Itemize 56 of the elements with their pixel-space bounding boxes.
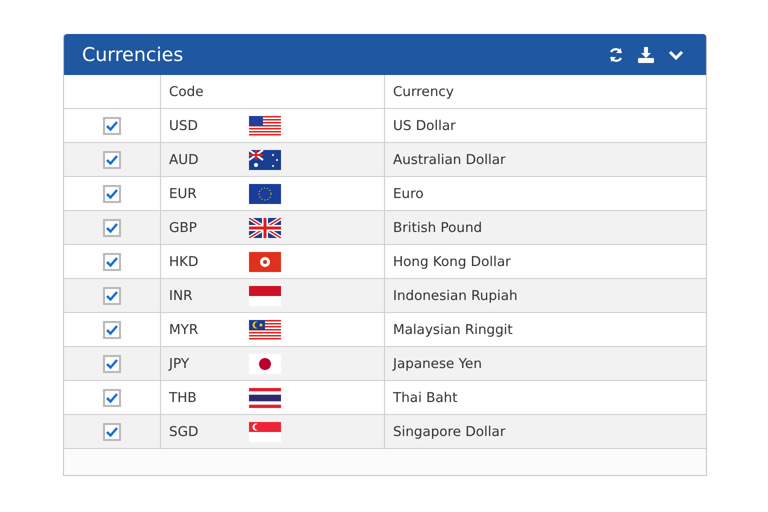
currency-code: THB: [169, 390, 198, 406]
checkmark-icon: [106, 358, 118, 368]
checkmark-icon: [106, 188, 118, 198]
flag-icon: [249, 218, 281, 238]
checkbox[interactable]: [103, 422, 121, 440]
flag-icon: [249, 354, 281, 374]
checkmark-icon: [106, 120, 118, 130]
currency-code: MYR: [169, 322, 200, 338]
currency-code: HKD: [169, 254, 200, 270]
checkmark-icon: [106, 290, 118, 300]
checkmark-icon: [106, 324, 118, 334]
currency-code: SGD: [169, 424, 200, 440]
currency-code: USD: [169, 118, 199, 134]
refresh-icon[interactable]: [608, 46, 624, 62]
flag-icon: [249, 286, 281, 306]
checkmark-icon: [106, 256, 118, 266]
currency-code: EUR: [169, 186, 198, 202]
flag-icon: [249, 388, 281, 408]
chevron-down-icon[interactable]: [668, 48, 684, 60]
currency-name: British Pound: [393, 220, 482, 236]
currency-code: AUD: [169, 152, 200, 168]
checkmark-icon: [106, 222, 118, 232]
checkmark-icon: [106, 392, 118, 402]
checkbox[interactable]: [103, 320, 121, 338]
currency-name: Hong Kong Dollar: [393, 254, 511, 270]
currency-name: Australian Dollar: [393, 152, 506, 168]
flag-icon: [249, 252, 281, 272]
currency-name: Japanese Yen: [393, 356, 482, 372]
checkbox[interactable]: [103, 354, 121, 372]
checkmark-icon: [106, 154, 118, 164]
flag-icon: [249, 150, 281, 170]
checkbox[interactable]: [103, 150, 121, 168]
currency-name: Euro: [393, 186, 424, 202]
checkbox[interactable]: [103, 286, 121, 304]
checkbox[interactable]: [103, 184, 121, 202]
currency-code: INR: [169, 288, 194, 304]
currency-name: Malaysian Ringgit: [393, 322, 513, 338]
checkbox[interactable]: [103, 252, 121, 270]
currency-name: Singapore Dollar: [393, 424, 506, 440]
download-icon[interactable]: [638, 46, 654, 62]
panel-title: Currencies: [82, 44, 184, 66]
flag-icon: [249, 320, 281, 340]
checkbox[interactable]: [103, 116, 121, 134]
column-header: Currency: [384, 75, 706, 109]
currency-name: Indonesian Rupiah: [393, 288, 518, 304]
flag-icon: [249, 422, 281, 442]
checkbox[interactable]: [103, 218, 121, 236]
currency-code: GBP: [169, 220, 198, 236]
currency-name: Thai Baht: [393, 390, 458, 406]
checkbox[interactable]: [103, 388, 121, 406]
currency-code: JPY: [169, 356, 190, 372]
checkmark-icon: [106, 426, 118, 436]
column-header: Code: [160, 75, 384, 109]
flag-icon: [249, 116, 281, 136]
currency-name: US Dollar: [393, 118, 456, 134]
flag-icon: [249, 184, 281, 204]
